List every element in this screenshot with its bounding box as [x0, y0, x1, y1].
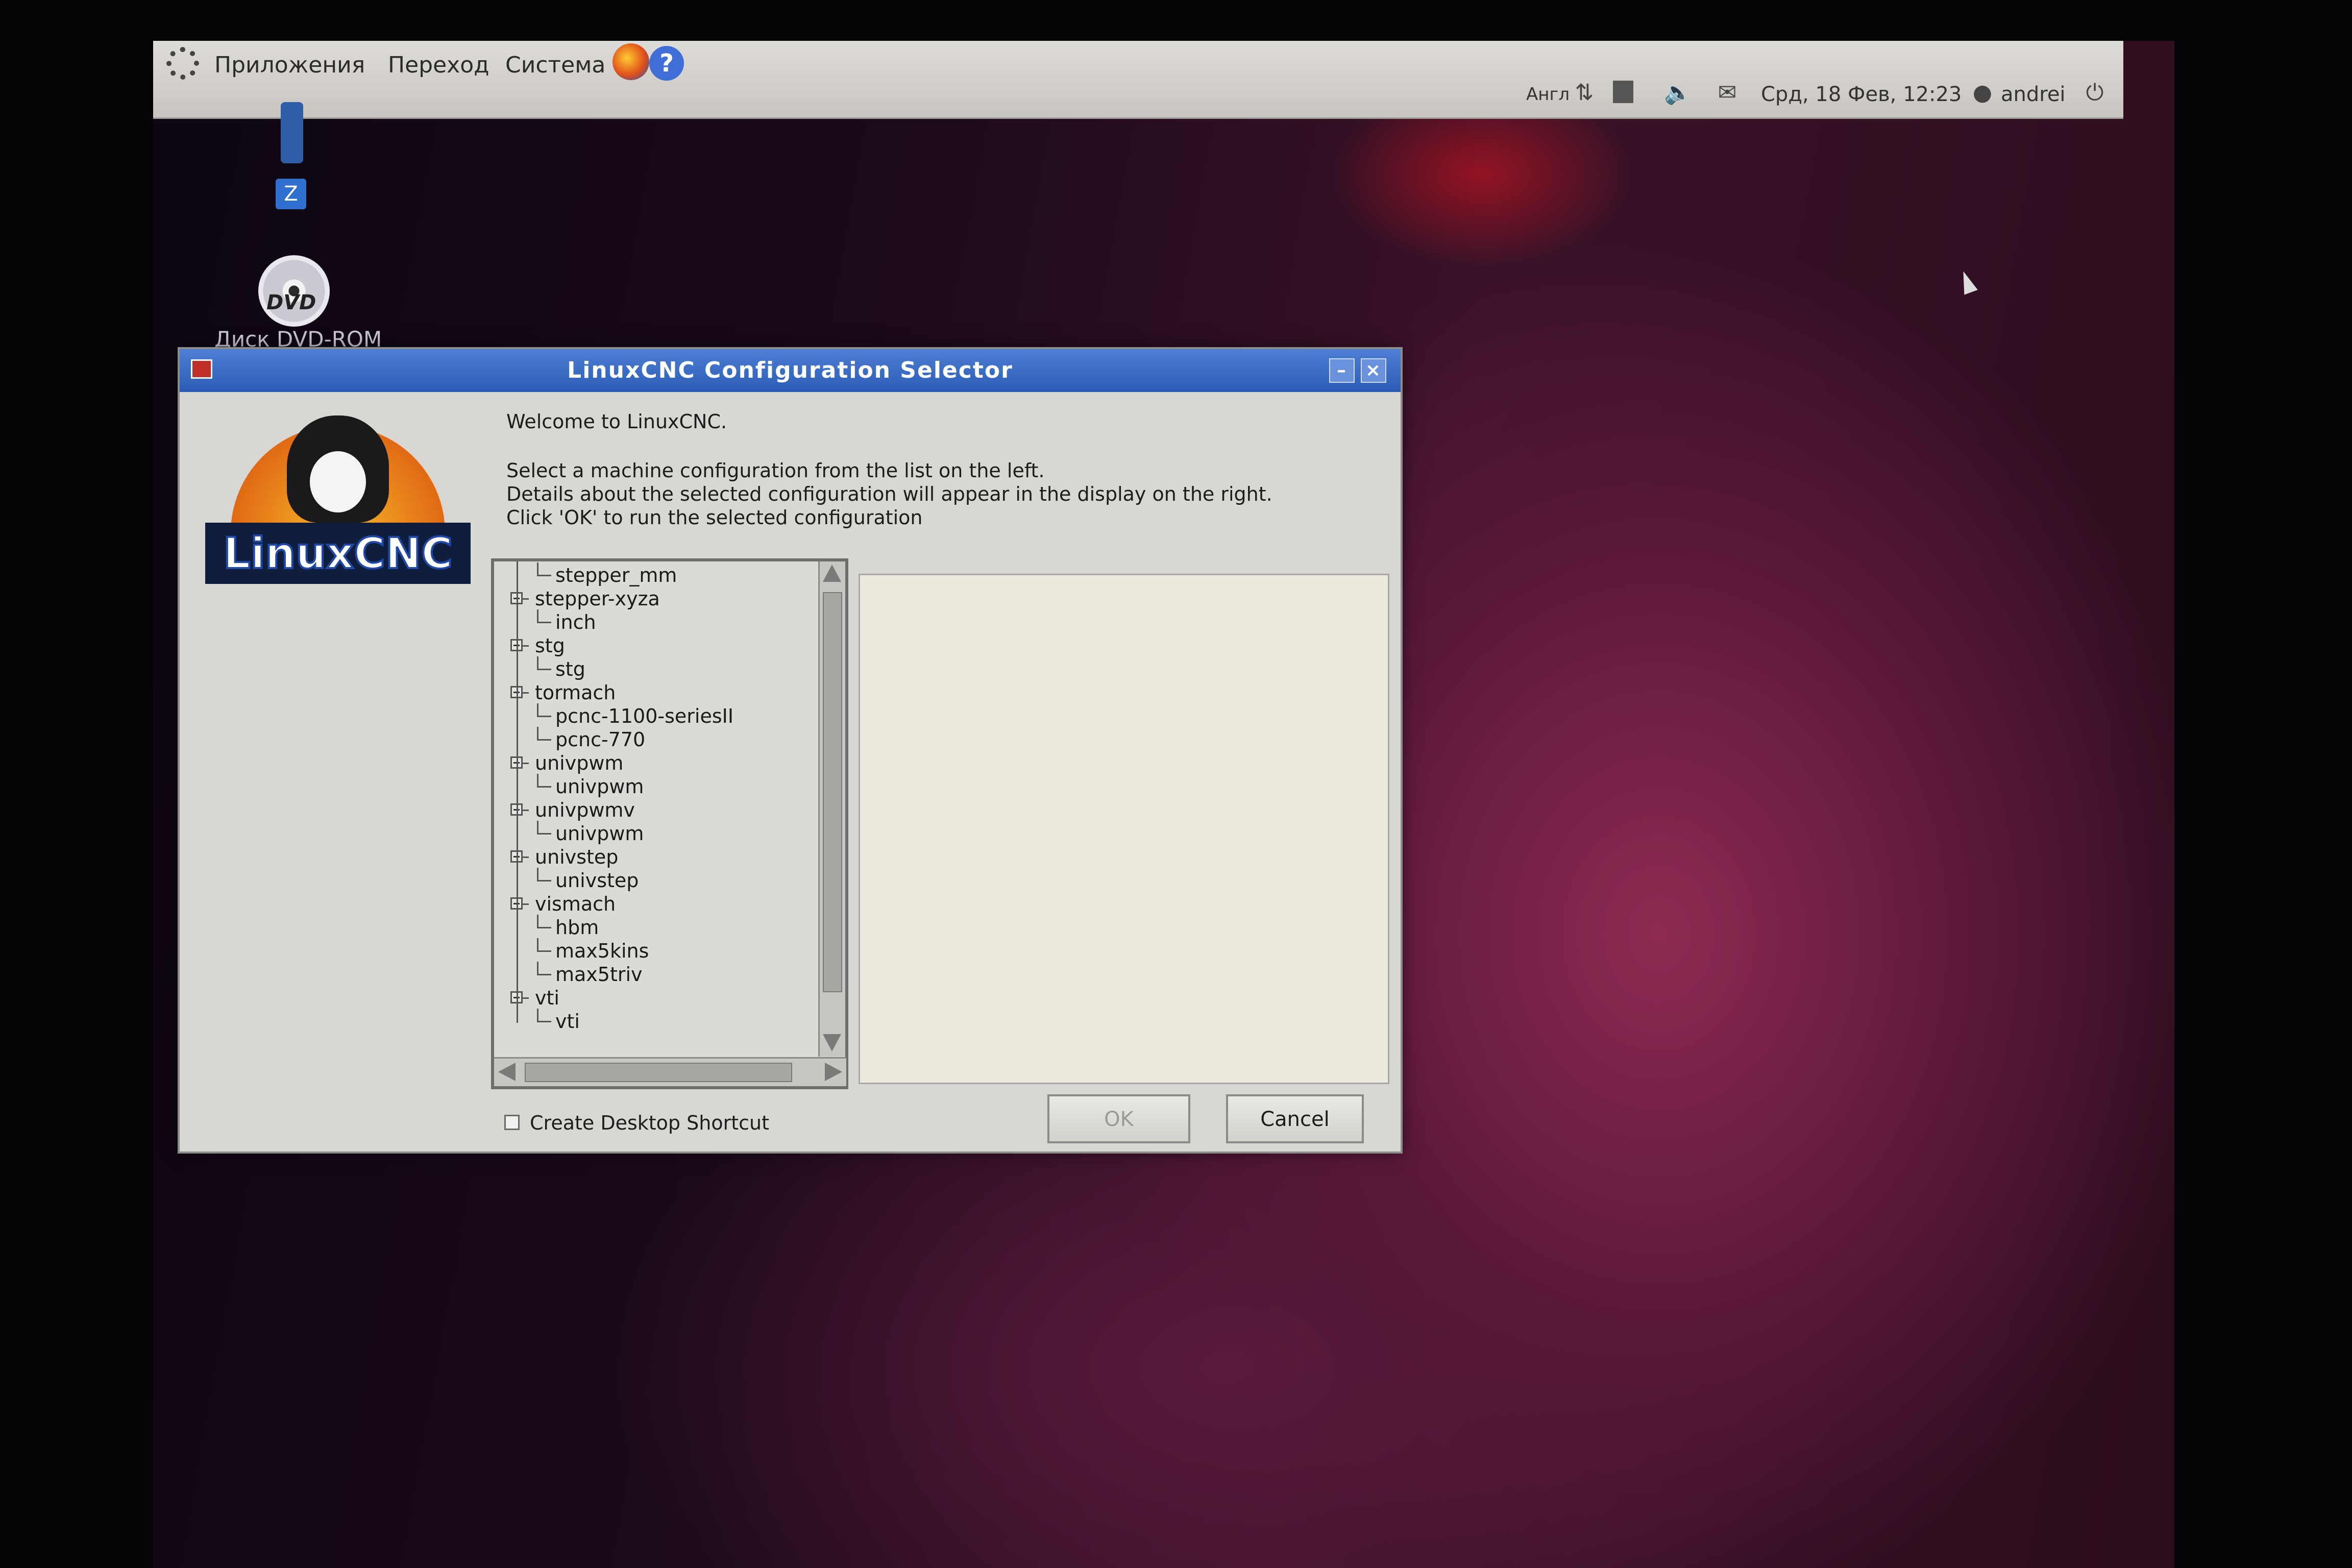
keyboard-layout-indicator[interactable]: Англ [1526, 77, 1570, 112]
tree-connector [537, 727, 538, 740]
tree-item[interactable]: stepper-xyza [535, 587, 660, 610]
cancel-button[interactable]: Cancel [1226, 1094, 1364, 1143]
tree-item[interactable]: hbm [555, 916, 599, 939]
usb-drive-icon[interactable]: Z [276, 102, 306, 214]
tree-connector [537, 1009, 538, 1022]
tree-connector [537, 962, 538, 975]
tree-connector [537, 622, 551, 623]
ok-button[interactable]: OK [1047, 1094, 1190, 1143]
scroll-left-icon[interactable] [498, 1063, 516, 1081]
battery-icon[interactable] [1613, 81, 1633, 103]
tree-item[interactable]: max5kins [555, 939, 649, 963]
ubuntu-logo-icon[interactable] [166, 47, 199, 80]
tree-connector [537, 1021, 551, 1022]
tree-connector [537, 716, 551, 717]
tree-item[interactable]: tormach [535, 681, 616, 704]
usb-label: Z [276, 179, 306, 209]
menu-system[interactable]: Система [505, 45, 605, 86]
user-icon[interactable]: ● [1970, 81, 1995, 105]
tree-item[interactable]: univpwm [535, 751, 623, 775]
instruction-line-1: Select a machine configuration from the … [506, 459, 1045, 482]
clock[interactable]: Срд, 18 Фев, 12:23 [1761, 77, 1962, 112]
network-icon[interactable]: ⇅ [1572, 81, 1597, 105]
tree-item[interactable]: univpwmv [535, 798, 635, 822]
desktop-screen: Приложения Переход Система ? Англ ⇅ 🔈 ✉ … [153, 41, 2174, 1568]
tree-connector [537, 974, 551, 975]
menu-places[interactable]: Переход [388, 45, 489, 86]
tree-item[interactable]: stg [555, 657, 585, 681]
tree-connector [537, 950, 551, 952]
tree-connector [537, 656, 538, 670]
vertical-scroll-thumb[interactable] [823, 592, 842, 992]
usb-body [281, 102, 303, 163]
config-tree[interactable]: stepper_mm stepper-xyza inch stg stg tormach p… [494, 561, 821, 1057]
logo-text: LinuxCNC [222, 527, 454, 579]
close-button[interactable]: × [1361, 358, 1386, 383]
instruction-line-3: Click 'OK' to run the selected configura… [506, 506, 923, 529]
tree-item[interactable]: pcnc-1100-seriesII [555, 704, 733, 728]
user-name[interactable]: andrei [2001, 77, 2066, 112]
tree-item[interactable]: univpwm [555, 822, 644, 845]
configuration-selector-dialog: LinuxCNC Configuration Selector – × Linu… [178, 347, 1403, 1154]
tree-connector [537, 938, 538, 951]
dvd-logo-text: DVD [266, 291, 316, 314]
tree-item[interactable]: univstep [555, 869, 639, 892]
tree-connector [537, 868, 538, 881]
tree-connector [537, 774, 538, 787]
minimize-button[interactable]: – [1329, 358, 1355, 383]
help-icon[interactable]: ? [649, 46, 684, 81]
tree-connector [537, 575, 551, 576]
desktop-shortcut-checkbox[interactable] [504, 1115, 520, 1130]
logo-banner: LinuxCNC [205, 523, 471, 584]
horizontal-scrollbar[interactable] [494, 1057, 846, 1086]
config-tree-frame: stepper_mm stepper-xyza inch stg stg tormach p… [491, 558, 848, 1089]
penguin-belly [310, 451, 366, 512]
scroll-down-icon[interactable] [823, 1034, 841, 1051]
tree-connector [537, 562, 538, 576]
power-icon[interactable]: ⏻ [2082, 81, 2107, 105]
tree-item[interactable]: stepper_mm [555, 564, 677, 587]
dialog-title: LinuxCNC Configuration Selector [567, 357, 1013, 383]
dialog-titlebar[interactable]: LinuxCNC Configuration Selector – × [180, 349, 1401, 392]
firefox-icon[interactable] [612, 43, 649, 80]
horizontal-scroll-thumb[interactable] [525, 1063, 792, 1082]
tree-connector [537, 880, 551, 881]
tree-connector [537, 669, 551, 670]
tree-item[interactable]: vismach [535, 892, 616, 916]
tree-item[interactable]: inch [555, 610, 596, 634]
tree-connector [537, 786, 551, 788]
window-menu-icon[interactable] [191, 359, 212, 379]
tree-item[interactable]: vti [555, 1010, 580, 1033]
linuxcnc-logo: LinuxCNC [205, 415, 471, 584]
menu-applications[interactable]: Приложения [214, 45, 365, 86]
tree-guide-line [517, 561, 518, 1023]
vertical-scrollbar[interactable] [818, 561, 845, 1057]
scroll-up-icon[interactable] [823, 565, 841, 582]
tree-connector [537, 609, 538, 623]
tree-item[interactable]: univpwm [555, 775, 644, 798]
tree-item[interactable]: vti [535, 986, 559, 1010]
desktop-shortcut-label[interactable]: Create Desktop Shortcut [530, 1112, 769, 1134]
tree-connector [537, 703, 538, 717]
welcome-text: Welcome to LinuxCNC. [506, 410, 727, 433]
tree-item[interactable]: univstep [535, 845, 618, 869]
tree-item[interactable]: max5triv [555, 963, 643, 986]
tree-connector [537, 821, 538, 834]
mouse-cursor-icon [1956, 268, 1978, 295]
tree-connector [537, 739, 551, 741]
tree-item[interactable]: stg [535, 634, 565, 657]
tree-connector [537, 833, 551, 835]
instruction-line-2: Details about the selected configuration… [506, 483, 1272, 505]
tree-connector [537, 927, 551, 928]
tree-connector [537, 915, 538, 928]
config-details-panel [859, 574, 1389, 1084]
scroll-right-icon[interactable] [825, 1063, 842, 1081]
mail-icon[interactable]: ✉ [1715, 81, 1739, 105]
volume-icon[interactable]: 🔈 [1664, 81, 1692, 105]
tree-item[interactable]: pcnc-770 [555, 728, 645, 751]
top-panel: Приложения Переход Система ? Англ ⇅ 🔈 ✉ … [153, 41, 2123, 119]
